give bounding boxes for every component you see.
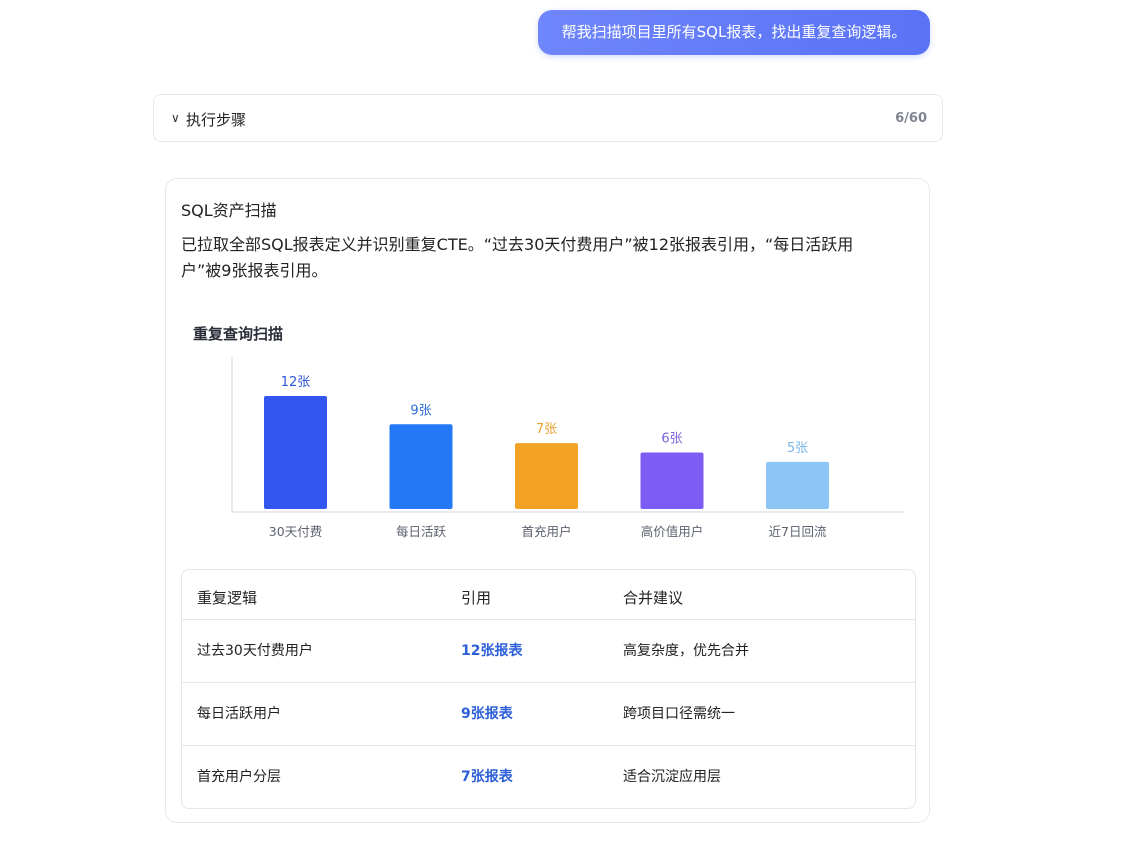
category-label: 高价值用户: [641, 524, 704, 539]
bar: [640, 452, 704, 509]
bar: [389, 424, 453, 509]
row-logic: 过去30天付费用户: [197, 643, 313, 659]
bar-value-label: 9张: [410, 403, 431, 418]
row-advice: 高复杂度，优先合并: [623, 643, 749, 659]
steps-label: 执行步骤: [186, 111, 247, 129]
bar-value-label: 6张: [661, 432, 682, 447]
chevron-down-icon: ∨: [171, 111, 180, 125]
bar: [264, 396, 327, 509]
bar-value-label: 7张: [536, 422, 557, 437]
execution-steps-toggle[interactable]: ∨ 执行步骤 6/60: [153, 94, 943, 142]
header-logic: 重复逻辑: [197, 589, 258, 607]
header-advice: 合并建议: [623, 589, 684, 607]
category-label: 每日活跃: [396, 524, 447, 539]
bar-value-label: 12张: [281, 375, 311, 390]
category-label: 近7日回流: [769, 524, 827, 539]
category-label: 首充用户: [521, 524, 571, 539]
table-row: 每日活跃用户 9张报表 跨项目口径需统一: [182, 683, 915, 746]
user-message-bubble: 帮我扫描项目里所有SQL报表，找出重复查询逻辑。: [538, 10, 930, 55]
duplicate-logic-table: 重复逻辑 引用 合并建议 过去30天付费用户 12张报表 高复杂度，优先合并 每…: [181, 569, 916, 809]
category-label: 30天付费: [269, 524, 322, 539]
row-logic: 首充用户分层: [197, 769, 281, 785]
row-advice: 跨项目口径需统一: [623, 706, 735, 722]
row-refs-link[interactable]: 12张报表: [461, 620, 522, 683]
bar-value-label: 5张: [787, 441, 808, 456]
row-refs-link[interactable]: 7张报表: [461, 746, 513, 808]
bar: [515, 443, 578, 509]
steps-count: 6/60: [895, 111, 927, 126]
header-refs: 引用: [461, 589, 492, 607]
bar: [766, 461, 829, 509]
row-logic: 每日活跃用户: [197, 706, 281, 722]
table-row: 首充用户分层 7张报表 适合沉淀应用层: [182, 746, 915, 808]
result-card: SQL资产扫描 已拉取全部SQL报表定义并识别重复CTE。“过去30天付费用户”…: [165, 178, 930, 823]
bar-chart: 12张 30天付费 9张每日活跃 7张首充用户 6张高价值用户 5张近7日回流: [231, 357, 904, 539]
row-refs-link[interactable]: 9张报表: [461, 683, 513, 746]
row-advice: 适合沉淀应用层: [623, 769, 721, 785]
table-row: 过去30天付费用户 12张报表 高复杂度，优先合并: [182, 620, 915, 683]
table-header: 重复逻辑 引用 合并建议: [182, 570, 915, 620]
